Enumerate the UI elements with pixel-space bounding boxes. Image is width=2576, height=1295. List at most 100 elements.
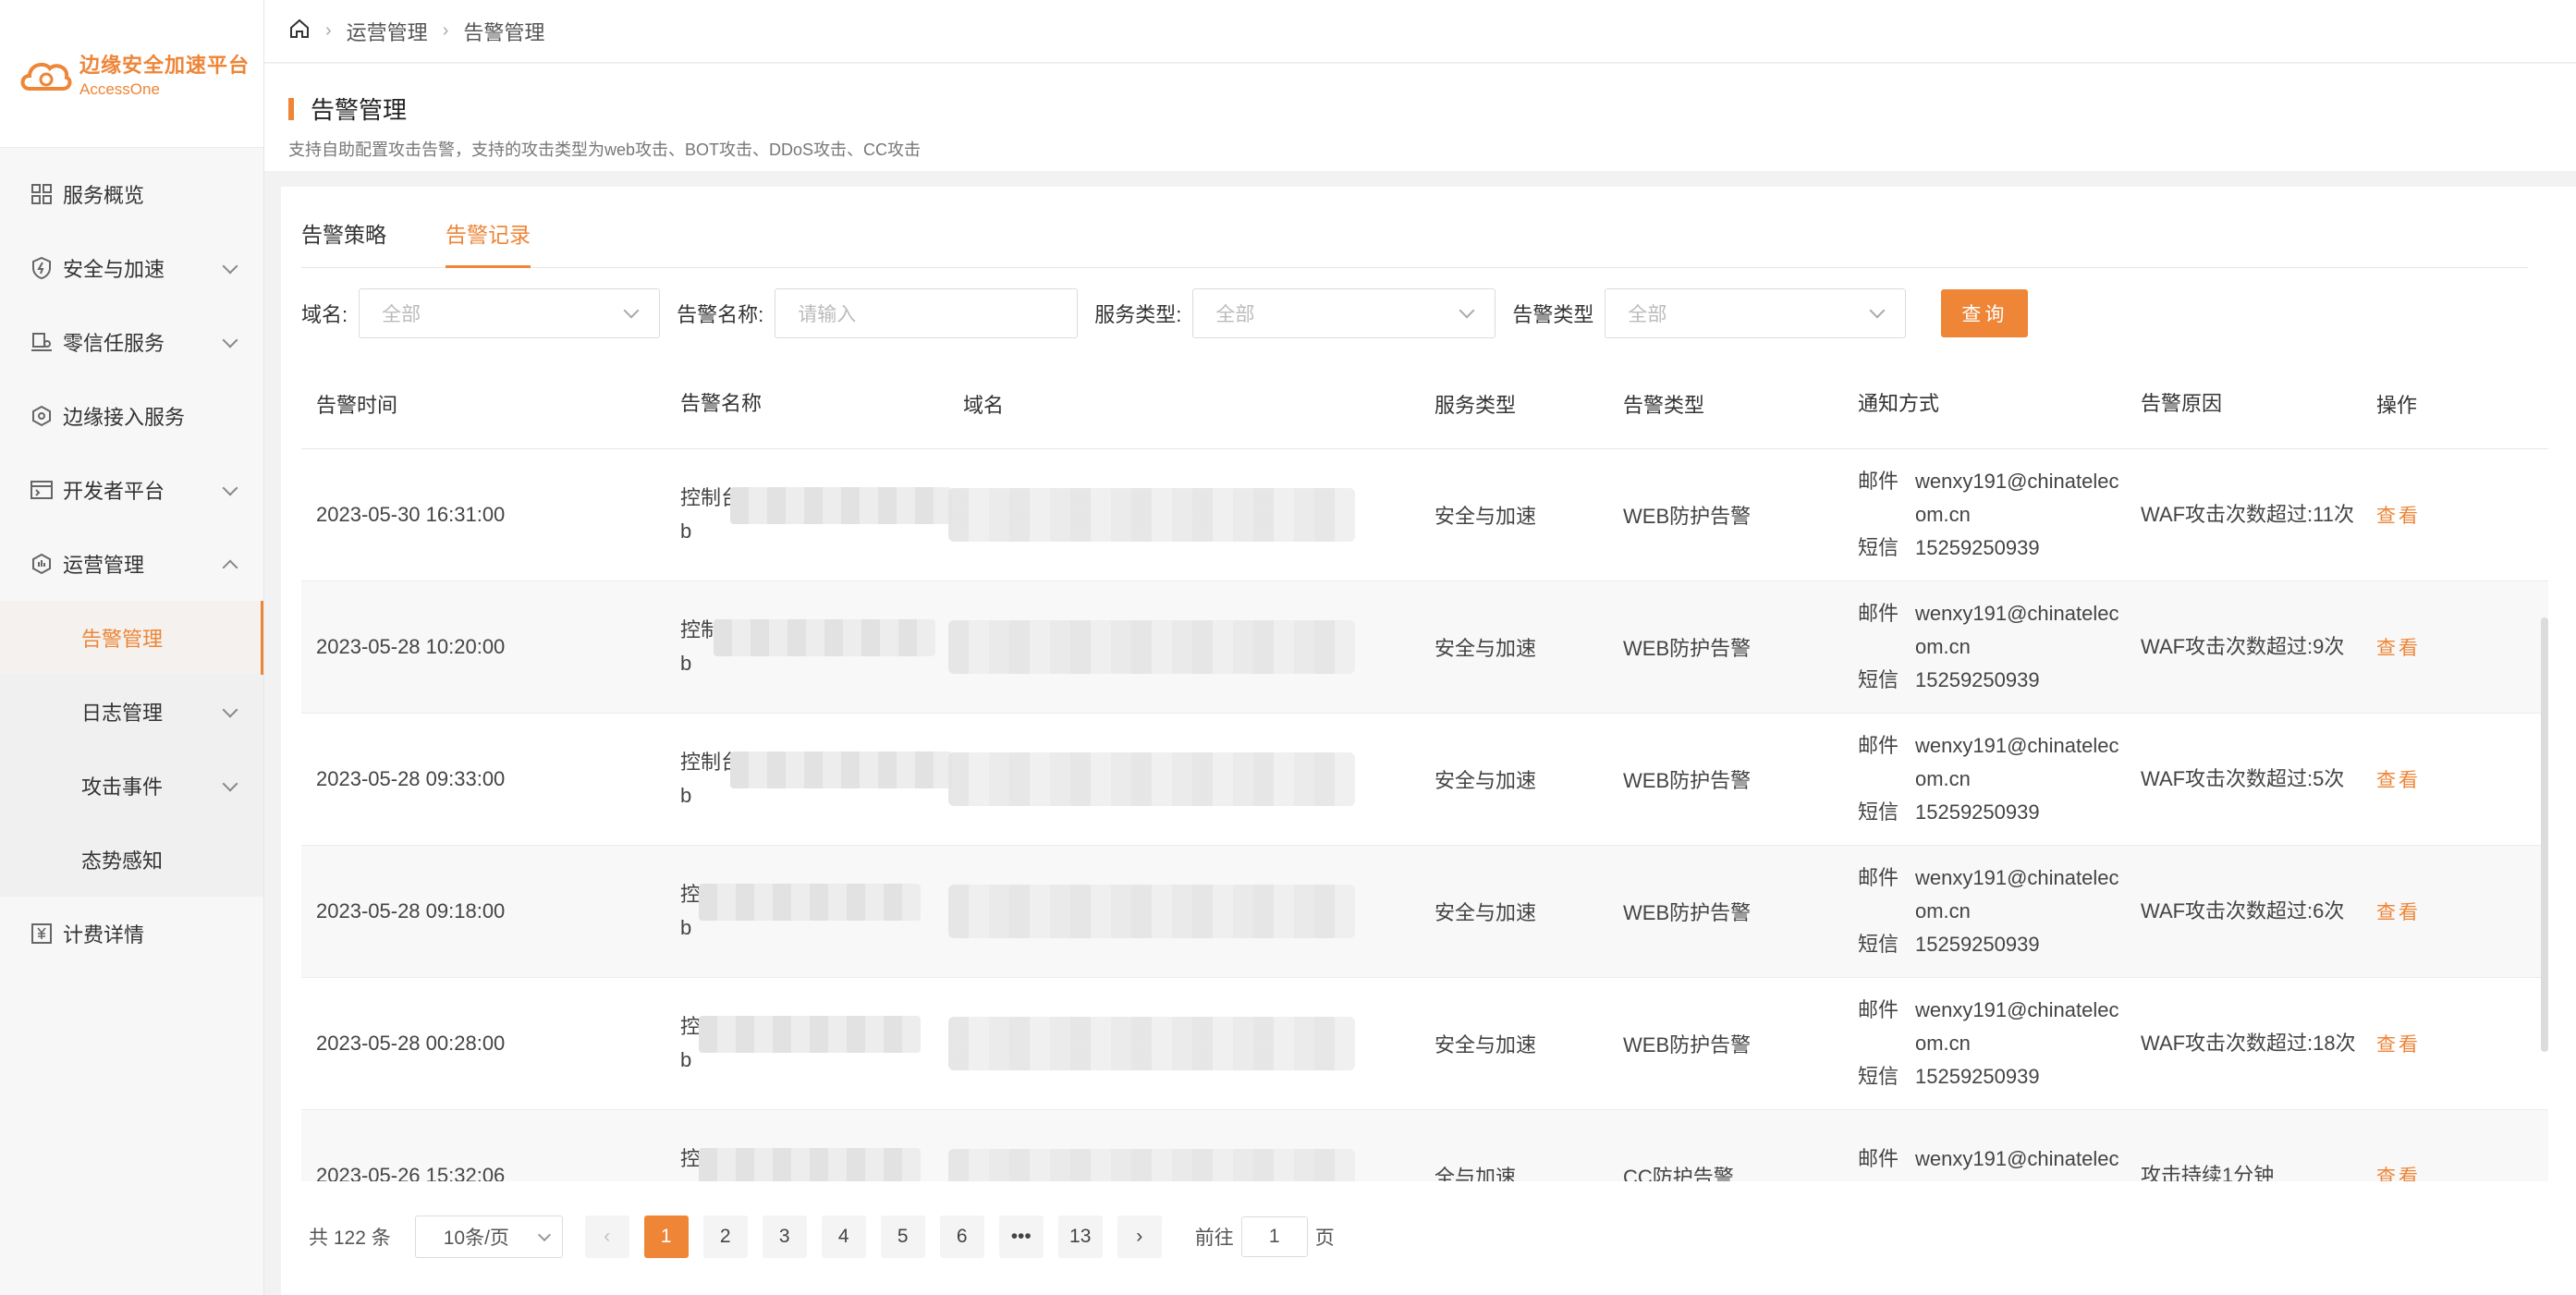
service-type-select[interactable]: 全部 [1192,288,1496,338]
sidebar-item-security[interactable]: 安全与加速 [0,231,263,305]
logo-subtitle: AccessOne [79,79,160,98]
chevron-down-icon [623,302,640,319]
domain-select-value: 全部 [382,304,421,325]
cell-domain [948,449,1420,580]
redacted-domain [948,488,1355,542]
cell-service-type: 全与加速 [1435,1166,1517,1181]
view-link[interactable]: 查看 [2376,1167,2421,1181]
page-button[interactable]: 5 [880,1216,925,1258]
cell-notify: 邮件 wenxy191@chinatelecom.cn 短信 15259250939 [1843,597,2126,697]
page-title: 告警管理 [311,96,408,124]
view-link[interactable]: 查看 [2376,638,2421,659]
redacted-name [699,1016,921,1053]
view-link[interactable]: 查看 [2376,506,2421,527]
page-button[interactable]: 13 [1057,1216,1103,1258]
alert-type-select[interactable]: 全部 [1605,288,1907,338]
cell-alert-type: WEB防护告警 [1623,901,1752,924]
query-button[interactable]: 查询 [1941,289,2029,337]
chevron-down-icon [222,332,238,348]
table-scrollbar[interactable] [2541,617,2548,1052]
notify-sms-value: 15259250939 [1915,536,2040,559]
notify-email-key: 邮件 [1858,602,1899,625]
column-header-time: 告警时间 [316,393,398,417]
breadcrumb: › 运营管理 › 告警管理 [264,0,2576,63]
sidebar-item-developer[interactable]: 开发者平台 [0,453,263,527]
table-row: 2023-05-28 09:33:00 控制台 b 安全与加速 WEB防护告警 … [301,714,2548,846]
notify-email-value: wenxy191@chinatelecom.cn [1915,734,2119,790]
sidebar-item-label: 开发者平台 [63,480,165,503]
table-row: 2023-05-28 00:28:00 控 b 安全与加速 WEB防护告警 邮件… [301,978,2548,1110]
cell-alert-type: CC防护告警 [1623,1166,1734,1181]
sidebar-item-overview[interactable]: 服务概览 [0,157,263,231]
sidebar-item-billing[interactable]: 计费详情 [0,897,263,971]
sidebar-item-label: 边缘接入服务 [63,406,186,429]
cell-service-type: 安全与加速 [1435,637,1537,660]
service-type-select-value: 全部 [1215,304,1255,325]
more-pages-button[interactable]: ••• [998,1216,1044,1258]
alert-type-select-value: 全部 [1628,304,1667,325]
sidebar-item-label: 计费详情 [63,923,145,947]
cell-reason: WAF攻击次数超过:6次 [2141,899,2345,922]
sidebar-item-operations[interactable]: 运营管理 [0,527,263,601]
chevron-down-icon [1459,302,1475,319]
page-button[interactable]: 3 [762,1216,807,1258]
tab-bar: 告警策略 告警记录 [301,187,2528,268]
page-button[interactable]: 2 [702,1216,748,1258]
column-header-domain: 域名 [963,393,1005,417]
cell-notify: 邮件 wenxy191@chinatelecom.cn 短信 15259250939 [1843,994,2126,1093]
cell-name: 控 b [665,1010,948,1077]
tab-alert-records[interactable]: 告警记录 [446,217,531,268]
cell-domain [948,1110,1420,1181]
tab-alert-policy[interactable]: 告警策略 [301,217,386,267]
column-header-notify: 通知方式 [1858,391,1940,415]
view-link[interactable]: 查看 [2376,1034,2421,1056]
shield-icon [30,256,54,280]
hexagon-icon [30,404,54,428]
cell-reason: WAF攻击次数超过:5次 [2141,767,2345,790]
view-link[interactable]: 查看 [2376,902,2421,923]
column-header-actions: 操作 [2376,393,2418,417]
sidebar-subitem-alert-management[interactable]: 告警管理 [0,601,263,675]
alert-name-input[interactable]: 请输入 [775,288,1079,338]
chevron-right-icon: › [442,20,449,41]
notify-email-key: 邮件 [1858,470,1899,493]
cell-time: 2023-05-28 00:28:00 [316,1032,506,1055]
sidebar: 边缘安全加速平台 AccessOne 服务概览 安全与加速 零信任服务 边缘接入… [0,0,264,1295]
cell-alert-type: WEB防护告警 [1623,637,1752,660]
home-icon[interactable] [288,18,311,45]
page-button[interactable]: 1 [643,1216,689,1258]
goto-page-input[interactable]: 1 [1240,1216,1308,1257]
alert-records-table: 告警时间 告警名称 域名 服务类型 告警类型 通知方式 告警原因 操作 2023… [301,359,2548,1181]
ops-icon [30,552,54,576]
redacted-domain [948,885,1355,938]
sidebar-item-zero-trust[interactable]: 零信任服务 [0,305,263,379]
notify-email-value: wenxy191@chinatelecom.cn [1915,470,2119,526]
sidebar-subitem-situational-awareness[interactable]: 态势感知 [0,823,263,897]
view-link[interactable]: 查看 [2376,770,2421,791]
sidebar-item-edge-access[interactable]: 边缘接入服务 [0,379,263,453]
cell-service-type: 安全与加速 [1435,505,1537,528]
grid-icon [30,182,54,206]
notify-sms-key: 短信 [1858,800,1899,824]
sidebar-subitem-attack-events[interactable]: 攻击事件 [0,749,263,823]
page-button[interactable]: 4 [821,1216,866,1258]
next-page-button[interactable]: › [1117,1216,1162,1258]
notify-email-value: wenxy191@chinatelecom.cn [1915,998,2119,1055]
redacted-name [730,751,952,788]
breadcrumb-item-operations[interactable]: 运营管理 [347,17,428,46]
page-description: 支持自助配置攻击告警，支持的攻击类型为web攻击、BOT攻击、DDoS攻击、CC… [288,140,922,159]
chevron-right-icon: › [1136,1226,1143,1247]
page-button[interactable]: 6 [939,1216,984,1258]
cell-name: 控 C [665,1142,948,1181]
sidebar-subitem-log-management[interactable]: 日志管理 [0,675,263,749]
prev-page-button[interactable]: ‹ [584,1216,629,1258]
notify-email-value: wenxy191@chinatelecom.cn [1915,866,2119,922]
sidebar-subitem-label: 态势感知 [81,849,164,873]
page-size-select[interactable]: 10条/页 [414,1216,563,1258]
domain-select[interactable]: 全部 [359,288,661,338]
sidebar-item-label: 运营管理 [63,554,145,577]
logo[interactable]: 边缘安全加速平台 AccessOne [0,0,263,148]
column-header-service-type: 服务类型 [1435,393,1517,417]
notify-email-key: 邮件 [1858,1147,1899,1170]
code-icon [30,478,54,502]
